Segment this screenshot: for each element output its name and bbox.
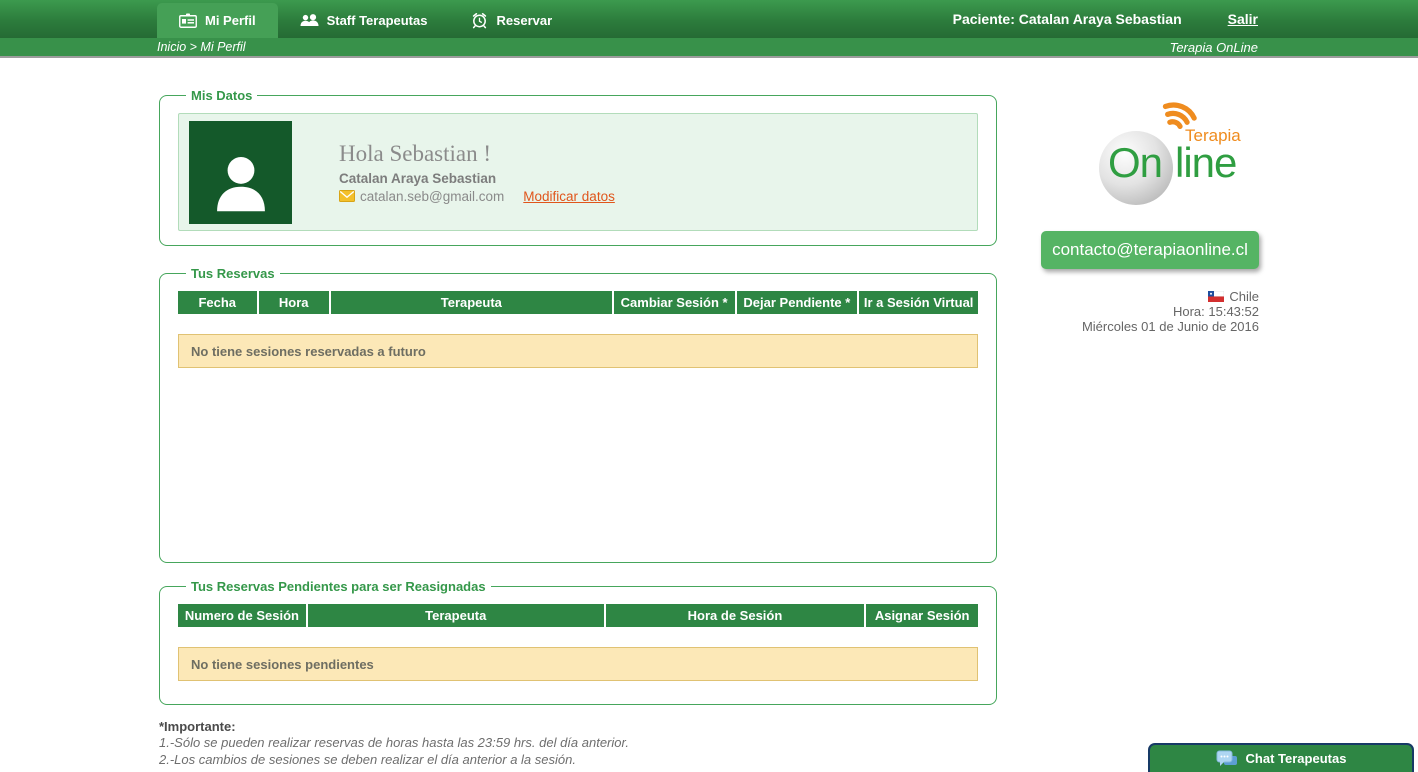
id-card-icon [179,13,197,28]
avatar [189,121,292,224]
greeting-text: Hola Sebastian ! [339,141,615,167]
important-notes: *Importante: 1.-Sólo se pueden realizar … [159,719,997,768]
breadcrumb[interactable]: Inicio > Mi Perfil [157,40,246,54]
sidebar-column: On line Terapia contacto@terapiaonline.c… [1041,58,1259,768]
terapia-online-logo: On line Terapia [1099,103,1259,203]
tab-reservar[interactable]: Reservar [449,3,574,38]
envelope-icon [339,190,355,202]
column-header-hora: Hora [259,291,329,314]
chat-terapeutas-button[interactable]: Chat Terapeutas [1148,743,1414,772]
column-header-cambiar-sesion: Cambiar Sesión * [614,291,735,314]
email-address: catalan.seb@gmail.com [360,189,504,204]
contact-email-button[interactable]: contacto@terapiaonline.cl [1041,231,1259,269]
person-silhouette-icon [206,146,276,224]
tab-label: Staff Terapeutas [327,13,428,28]
logout-link[interactable]: Salir [1228,11,1258,27]
top-navigation-bar: Mi Perfil Staff Terapeutas [0,0,1418,38]
mis-datos-legend: Mis Datos [186,88,257,103]
main-column: Mis Datos Hola Sebastian ! Catalan Araya… [159,58,997,768]
tus-reservas-legend: Tus Reservas [186,266,280,281]
tab-label: Reservar [496,13,552,28]
column-header-asignar-sesion: Asignar Sesión [866,604,978,627]
chat-bubble-icon [1216,750,1238,768]
chile-flag-icon [1208,291,1224,302]
pendientes-table-header: Numero de Sesión Terapeuta Hora de Sesió… [178,604,978,627]
pendientes-empty-message: No tiene sesiones pendientes [178,647,978,681]
tab-label: Mi Perfil [205,13,256,28]
chat-button-label: Chat Terapeutas [1246,751,1347,766]
locale-info: Chile Hora: 15:43:52 Miércoles 01 de Jun… [1041,289,1259,334]
site-name: Terapia OnLine [1170,40,1258,55]
email-line: catalan.seb@gmail.com Modificar datos [339,189,615,204]
time-label: Hora: 15:43:52 [1041,304,1259,319]
page-container: Mis Datos Hola Sebastian ! Catalan Araya… [159,58,1259,768]
logo-text-on: On [1108,139,1162,187]
column-header-dejar-pendiente: Dejar Pendiente * [737,291,858,314]
reservas-empty-message: No tiene sesiones reservadas a futuro [178,334,978,368]
mis-datos-section: Mis Datos Hola Sebastian ! Catalan Araya… [159,88,997,246]
notes-title: *Importante: [159,719,997,734]
mis-datos-panel: Hola Sebastian ! Catalan Araya Sebastian… [178,113,978,231]
breadcrumb-bar: Inicio > Mi Perfil Terapia OnLine [0,38,1418,58]
column-header-fecha: Fecha [178,291,257,314]
country-line: Chile [1041,289,1259,304]
tab-staff-terapeutas[interactable]: Staff Terapeutas [278,3,450,38]
column-header-terapeuta: Terapeuta [331,291,612,314]
patient-label: Paciente: Catalan Araya Sebastian [953,11,1182,27]
column-header-numero-sesion: Numero de Sesión [178,604,306,627]
people-icon [300,14,319,27]
tus-reservas-section: Tus Reservas Fecha Hora Terapeuta Cambia… [159,266,997,563]
logo-text-terapia: Terapia [1185,126,1241,146]
reservas-table-header: Fecha Hora Terapeuta Cambiar Sesión * De… [178,291,978,314]
column-header-hora-sesion: Hora de Sesión [606,604,865,627]
column-header-ir-sesion-virtual: Ir a Sesión Virtual [859,291,978,314]
reservas-pendientes-legend: Tus Reservas Pendientes para ser Reasign… [186,579,491,594]
column-header-terapeuta: Terapeuta [308,604,604,627]
nav-right-group: Paciente: Catalan Araya Sebastian Salir [953,0,1258,38]
date-label: Miércoles 01 de Junio de 2016 [1041,319,1259,334]
logo-text-line: line [1175,139,1236,187]
user-info-block: Hola Sebastian ! Catalan Araya Sebastian… [339,141,615,204]
note-item: 2.-Los cambios de sesiones se deben real… [159,751,997,768]
alarm-clock-icon [471,12,488,29]
tab-mi-perfil[interactable]: Mi Perfil [157,3,278,38]
full-name: Catalan Araya Sebastian [339,171,615,186]
reservas-pendientes-section: Tus Reservas Pendientes para ser Reasign… [159,579,997,705]
country-label: Chile [1229,289,1259,304]
modify-data-link[interactable]: Modificar datos [523,189,615,204]
note-item: 1.-Sólo se pueden realizar reservas de h… [159,734,997,751]
